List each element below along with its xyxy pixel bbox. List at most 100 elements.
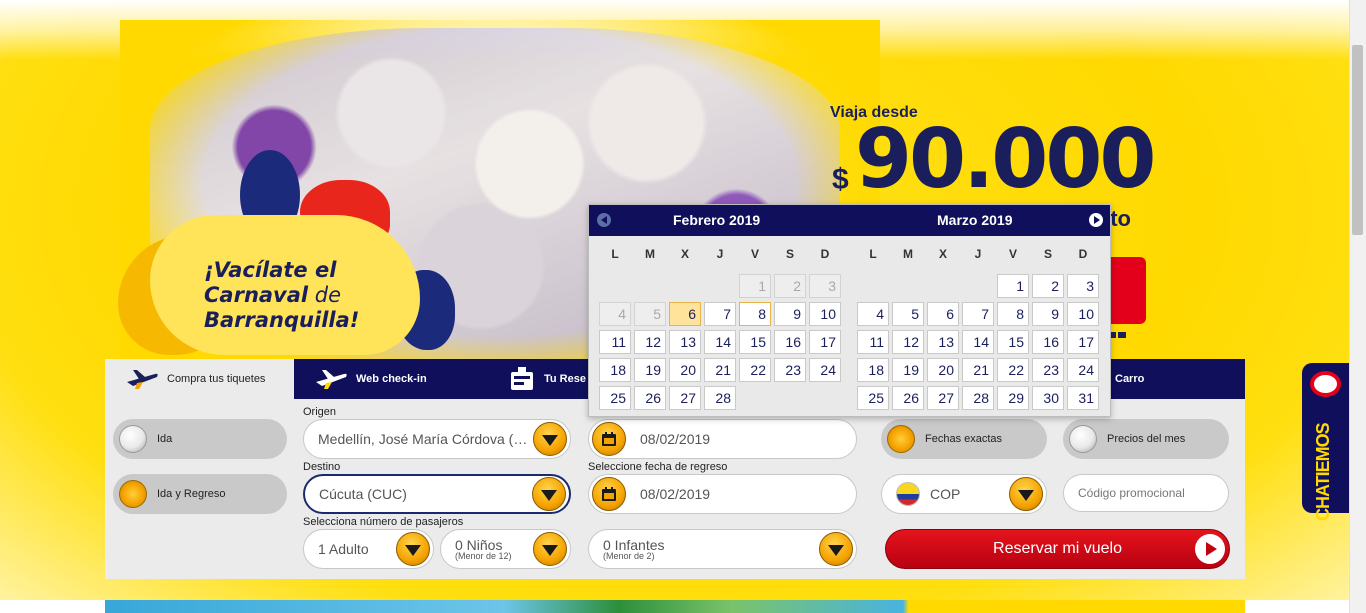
radio-icon xyxy=(119,425,147,453)
children-select[interactable]: 0 Niños (Menor de 12) xyxy=(440,529,571,569)
calendar-day[interactable]: 7 xyxy=(704,302,736,326)
calendar-day[interactable]: 8 xyxy=(739,302,771,326)
adults-select[interactable]: 1 Adulto xyxy=(303,529,434,569)
infants-select[interactable]: 0 Infantes (Menor de 2) xyxy=(588,529,857,569)
promo-currency: $ xyxy=(832,163,849,196)
chat-tab[interactable]: CHATIEMOS xyxy=(1302,363,1349,521)
date-picker-header xyxy=(589,205,1110,236)
carnaval-headline: ¡Vacílate el Carnaval de Barranquilla! xyxy=(204,258,359,333)
calendar-day[interactable]: 24 xyxy=(1067,358,1099,382)
calendar-day[interactable]: 21 xyxy=(962,358,994,382)
trip-one-way-option[interactable]: Ida xyxy=(113,419,287,459)
calendar-day[interactable]: 12 xyxy=(634,330,666,354)
next-month-icon[interactable] xyxy=(1089,213,1103,227)
calendar-day[interactable]: 14 xyxy=(962,330,994,354)
calendar-day[interactable]: 6 xyxy=(927,302,959,326)
calendar-day[interactable]: 24 xyxy=(809,358,841,382)
calendar-day[interactable]: 1 xyxy=(997,274,1029,298)
destination-select[interactable]: Cúcuta (CUC) xyxy=(303,474,571,514)
destination-value: Cúcuta (CUC) xyxy=(319,486,407,502)
tab-car[interactable]: Carro xyxy=(1115,359,1175,399)
calendar-day[interactable]: 21 xyxy=(704,358,736,382)
passengers-label: Selecciona número de pasajeros xyxy=(303,516,464,528)
calendar-day[interactable]: 23 xyxy=(774,358,806,382)
weekday-header: L xyxy=(869,247,877,261)
calendar-day[interactable]: 16 xyxy=(774,330,806,354)
calendar-day[interactable]: 18 xyxy=(857,358,889,382)
calendar-day[interactable]: 19 xyxy=(634,358,666,382)
calendar-day[interactable]: 5 xyxy=(892,302,924,326)
calendar-day[interactable]: 11 xyxy=(857,330,889,354)
calendar-day[interactable]: 25 xyxy=(599,386,631,410)
chevron-down-icon xyxy=(533,422,567,456)
radio-selected-icon xyxy=(887,425,915,453)
calendar-day[interactable]: 28 xyxy=(704,386,736,410)
calendar-day[interactable]: 29 xyxy=(997,386,1029,410)
calendar-day[interactable]: 7 xyxy=(962,302,994,326)
calendar-day[interactable]: 26 xyxy=(634,386,666,410)
tab-buy-tickets[interactable]: Compra tus tiquetes xyxy=(105,359,294,399)
promo-code-input[interactable] xyxy=(1063,474,1229,512)
calendar-day[interactable]: 27 xyxy=(669,386,701,410)
weekday-header: X xyxy=(680,247,689,261)
calendar-day[interactable]: 3 xyxy=(1067,274,1099,298)
origin-select[interactable]: Medellín, José María Córdova (M... xyxy=(303,419,571,459)
month-prices-option[interactable]: Precios del mes xyxy=(1063,419,1229,459)
next-banner-strip xyxy=(105,600,1245,613)
calendar-day[interactable]: 15 xyxy=(997,330,1029,354)
chevron-down-icon xyxy=(1009,477,1043,511)
reserve-flight-button[interactable]: Reservar mi vuelo xyxy=(885,529,1230,569)
calendar-day[interactable]: 19 xyxy=(892,358,924,382)
calendar-day[interactable]: 17 xyxy=(809,330,841,354)
calendar-day[interactable]: 22 xyxy=(997,358,1029,382)
calendar-day[interactable]: 27 xyxy=(927,386,959,410)
trip-round-trip-option[interactable]: Ida y Regreso xyxy=(113,474,287,514)
prev-month-icon[interactable] xyxy=(597,213,611,227)
calendar-day[interactable]: 8 xyxy=(997,302,1029,326)
calendar-day[interactable]: 20 xyxy=(927,358,959,382)
tab-web-checkin[interactable]: Web check-in xyxy=(314,359,494,399)
calendar-day[interactable]: 26 xyxy=(892,386,924,410)
calendar-day[interactable]: 13 xyxy=(669,330,701,354)
calendar-day[interactable]: 11 xyxy=(599,330,631,354)
calendar-day[interactable]: 2 xyxy=(1032,274,1064,298)
calendar-day[interactable]: 6 xyxy=(669,302,701,326)
calendar-day[interactable]: 16 xyxy=(1032,330,1064,354)
calendar-day[interactable]: 9 xyxy=(1032,302,1064,326)
tab-label: Web check-in xyxy=(356,373,427,385)
calendar-day[interactable]: 31 xyxy=(1067,386,1099,410)
promo-price: 90.000 xyxy=(855,112,1156,207)
calendar-day[interactable]: 20 xyxy=(669,358,701,382)
calendar-day[interactable]: 14 xyxy=(704,330,736,354)
currency-select[interactable]: COP xyxy=(881,474,1047,514)
departure-date-field[interactable]: 08/02/2019 xyxy=(588,419,857,459)
return-date-value: 08/02/2019 xyxy=(640,486,711,502)
calendar-day[interactable]: 15 xyxy=(739,330,771,354)
chevron-down-icon xyxy=(819,532,853,566)
departure-date-value: 08/02/2019 xyxy=(640,431,711,447)
calendar-day[interactable]: 10 xyxy=(809,302,841,326)
exact-dates-option[interactable]: Fechas exactas xyxy=(881,419,1047,459)
origin-label: Origen xyxy=(303,406,337,418)
calendar-day[interactable]: 4 xyxy=(857,302,889,326)
calendar-day[interactable]: 28 xyxy=(962,386,994,410)
calendar-day[interactable]: 22 xyxy=(739,358,771,382)
return-date-field[interactable]: 08/02/2019 xyxy=(588,474,857,514)
weekday-header: D xyxy=(820,247,830,261)
currency-value: COP xyxy=(930,486,961,502)
calendar-day[interactable]: 17 xyxy=(1067,330,1099,354)
calendar-day[interactable]: 25 xyxy=(857,386,889,410)
calendar-day[interactable]: 9 xyxy=(774,302,806,326)
calendar-day[interactable]: 18 xyxy=(599,358,631,382)
scrollbar-thumb[interactable] xyxy=(1352,45,1363,235)
tab-reservation[interactable]: Tu Rese xyxy=(508,359,588,399)
trip-one-way-label: Ida xyxy=(157,433,173,445)
colombia-flag-icon xyxy=(896,482,920,506)
calendar-day[interactable]: 12 xyxy=(892,330,924,354)
calendar-day[interactable]: 30 xyxy=(1032,386,1064,410)
calendar-day[interactable]: 23 xyxy=(1032,358,1064,382)
carnaval-line3: Barranquilla! xyxy=(204,308,360,332)
weekday-header: V xyxy=(1008,247,1017,261)
calendar-day[interactable]: 10 xyxy=(1067,302,1099,326)
calendar-day[interactable]: 13 xyxy=(927,330,959,354)
